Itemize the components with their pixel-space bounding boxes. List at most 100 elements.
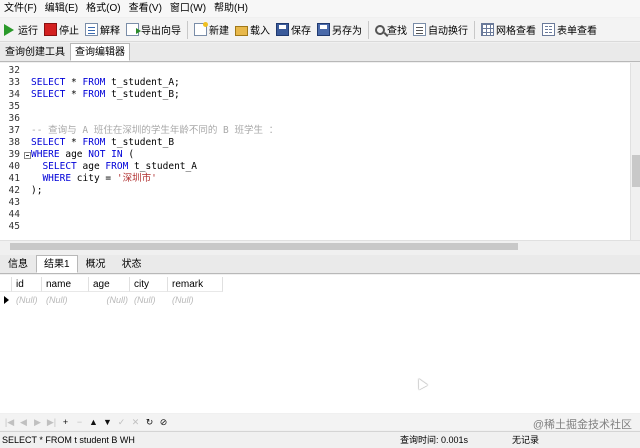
column-header-city[interactable]: city <box>130 277 168 292</box>
menu-view[interactable]: 查看(V) <box>125 0 166 17</box>
keyword: WHERE <box>31 149 60 160</box>
menu-format[interactable]: 格式(O) <box>82 0 124 17</box>
table-row[interactable]: (Null) (Null) (Null) (Null) (Null) <box>0 294 223 307</box>
tab-result-1[interactable]: 结果1 <box>36 255 78 273</box>
last-record-icon[interactable]: ▶| <box>46 417 57 428</box>
table-cell[interactable]: (Null) <box>89 294 130 307</box>
grid-header: id name age city remark <box>0 277 223 292</box>
stop-query-icon[interactable]: ⊘ <box>158 417 169 428</box>
export-wizard-button[interactable]: 导出向导 <box>123 19 184 41</box>
search-icon <box>375 24 385 35</box>
code-line: ); <box>31 185 43 196</box>
delete-record-icon[interactable]: − <box>74 417 85 428</box>
apply-changes-icon[interactable]: ✓ <box>116 417 127 428</box>
word-wrap-label: 自动换行 <box>428 26 468 37</box>
code-comment: -- 查询与 A 班住在深圳的学生年龄不同的 B 班学生 ： <box>31 125 279 136</box>
scrollbar-thumb[interactable] <box>10 243 518 250</box>
save-as-label: 另存为 <box>332 26 362 37</box>
explain-icon <box>85 23 98 36</box>
save-as-button[interactable]: 另存为 <box>314 19 365 41</box>
table-cell[interactable]: (Null) <box>130 294 168 307</box>
current-row-arrow-icon <box>4 296 9 304</box>
refresh-icon[interactable]: ↻ <box>144 417 155 428</box>
column-header-id[interactable]: id <box>12 277 42 292</box>
form-view-label: 表单查看 <box>557 26 597 37</box>
sql-editor[interactable]: 32 33 34 35 36 37 38 39 40 41 42 43 44 4… <box>0 63 630 240</box>
export-icon <box>126 23 141 36</box>
new-button[interactable]: 新建 <box>191 19 232 41</box>
form-view-button[interactable]: 表单查看 <box>539 19 600 41</box>
keyword: FROM <box>82 77 106 88</box>
folder-icon <box>235 25 248 36</box>
move-down-icon[interactable]: ▼ <box>102 417 113 428</box>
line-number: 36 <box>8 113 20 124</box>
grid-icon <box>481 23 494 36</box>
stop-icon <box>44 23 57 36</box>
explain-button[interactable]: 解释 <box>82 19 123 41</box>
scrollbar-thumb[interactable] <box>632 155 640 187</box>
menu-window[interactable]: 窗口(W) <box>166 0 210 17</box>
toolbar-separator <box>368 20 369 39</box>
identifier: t_student_A <box>111 77 175 88</box>
find-button[interactable]: 查找 <box>372 19 410 41</box>
identifier: city <box>76 173 100 184</box>
line-number: 40 <box>8 161 20 172</box>
fold-minus-icon <box>24 152 31 159</box>
find-label: 查找 <box>387 26 407 37</box>
tab-status[interactable]: 状态 <box>114 255 150 273</box>
new-query-icon <box>194 22 208 36</box>
table-cell[interactable]: (Null) <box>42 294 89 307</box>
stop-button[interactable]: 停止 <box>41 19 82 41</box>
editor-vertical-scrollbar[interactable] <box>630 63 640 240</box>
add-record-icon[interactable]: + <box>60 417 71 428</box>
status-records: 无记录 <box>512 435 540 445</box>
load-label: 载入 <box>250 26 270 37</box>
line-number: 33 <box>8 77 20 88</box>
identifier: age <box>82 161 100 172</box>
column-header-age[interactable]: age <box>89 277 130 292</box>
column-header-remark[interactable]: remark <box>168 277 223 292</box>
toolbar-separator <box>187 20 188 39</box>
code-line: SELECT * FROM t_student_B <box>31 137 175 148</box>
keyword: SELECT <box>31 77 66 88</box>
document-tabs: 查询创建工具 查询编辑器 <box>0 43 640 62</box>
toolbar: 运行 停止 解释 导出向导 新建 载入 保存 另存为 查找 自动换行 网格查看 … <box>0 18 640 42</box>
table-cell[interactable]: (Null) <box>12 294 42 307</box>
editor-horizontal-scrollbar[interactable] <box>0 240 640 252</box>
result-grid[interactable]: id name age city remark (Null) (Null) (N… <box>0 275 640 413</box>
save-icon <box>276 23 289 36</box>
fold-icon[interactable] <box>24 149 31 161</box>
previous-record-icon[interactable]: ◀ <box>18 417 29 428</box>
line-number: 45 <box>8 221 20 232</box>
menu-bar: 文件(F) 编辑(E) 格式(O) 查看(V) 窗口(W) 帮助(H) <box>0 0 640 17</box>
menu-help[interactable]: 帮助(H) <box>210 0 252 17</box>
run-button[interactable]: 运行 <box>1 19 41 41</box>
tab-profile[interactable]: 概况 <box>78 255 114 273</box>
grid-view-button[interactable]: 网格查看 <box>478 19 539 41</box>
column-header-name[interactable]: name <box>42 277 89 292</box>
identifier: t_student_B <box>111 137 175 148</box>
tab-query-editor[interactable]: 查询编辑器 <box>70 43 130 61</box>
next-record-icon[interactable]: ▶ <box>32 417 43 428</box>
form-icon <box>542 23 555 36</box>
run-label: 运行 <box>18 26 38 37</box>
load-button[interactable]: 载入 <box>232 19 273 41</box>
keyword: NOT <box>88 149 106 160</box>
table-cell[interactable]: (Null) <box>168 294 223 307</box>
save-button[interactable]: 保存 <box>273 19 314 41</box>
discard-changes-icon[interactable]: ✕ <box>130 417 141 428</box>
string-literal: '深圳市' <box>116 173 157 184</box>
tab-info[interactable]: 信息 <box>0 255 36 273</box>
keyword: SELECT <box>31 89 66 100</box>
line-number: 43 <box>8 197 20 208</box>
move-up-icon[interactable]: ▲ <box>88 417 99 428</box>
new-label: 新建 <box>209 26 229 37</box>
grid-view-label: 网格查看 <box>496 26 536 37</box>
first-record-icon[interactable]: |◀ <box>4 417 15 428</box>
line-number: 35 <box>8 101 20 112</box>
tab-query-builder[interactable]: 查询创建工具 <box>0 43 70 61</box>
menu-file[interactable]: 文件(F) <box>0 0 41 17</box>
menu-edit[interactable]: 编辑(E) <box>41 0 82 17</box>
word-wrap-button[interactable]: 自动换行 <box>410 19 471 41</box>
toolbar-separator <box>474 20 475 39</box>
